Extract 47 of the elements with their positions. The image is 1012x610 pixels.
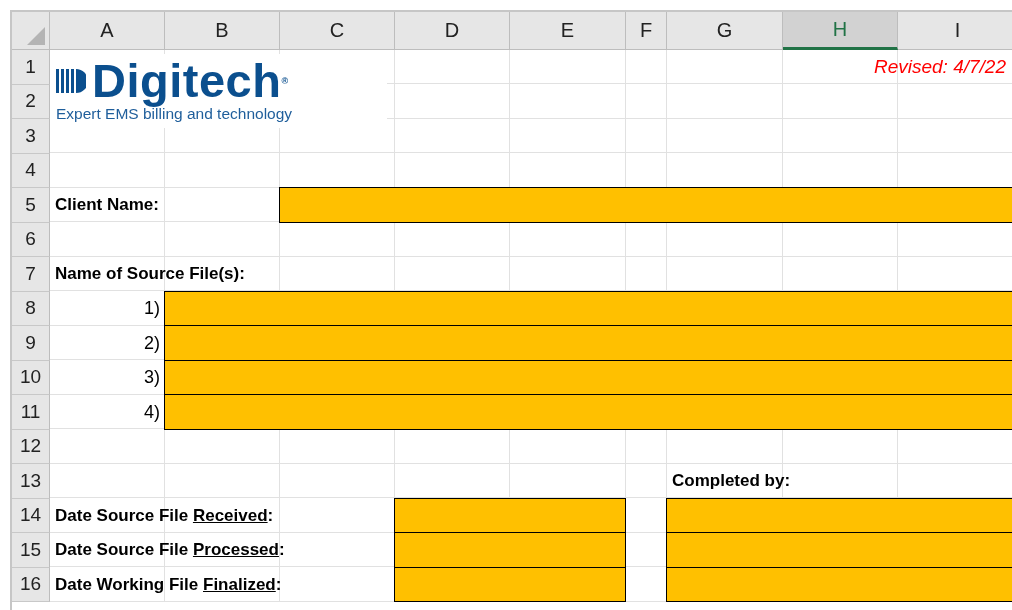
completed-by-label: Completed by: [671, 470, 792, 493]
input-field[interactable] [164, 290, 1012, 326]
column-header[interactable]: D [395, 12, 510, 50]
date-label: Date Working File Finalized: [54, 573, 283, 596]
row-header[interactable]: 6 [12, 222, 50, 257]
input-field[interactable] [394, 497, 626, 533]
input-field[interactable] [394, 566, 626, 602]
input-field[interactable] [666, 532, 1012, 568]
row-header[interactable]: 11 [12, 395, 50, 430]
row-header[interactable]: 5 [12, 188, 50, 223]
input-field[interactable] [666, 497, 1012, 533]
column-header[interactable]: G [667, 12, 783, 50]
column-header[interactable]: A [50, 12, 165, 50]
row-header[interactable]: 8 [12, 291, 50, 326]
row-header[interactable]: 2 [12, 84, 50, 119]
date-label: Date Source File Processed: [54, 539, 286, 562]
row-header[interactable]: 13 [12, 464, 50, 499]
row-header[interactable]: 12 [12, 429, 50, 464]
item-number: 2) [143, 331, 161, 355]
column-header[interactable]: C [280, 12, 395, 50]
item-number: 3) [143, 366, 161, 390]
row-header[interactable]: 15 [12, 533, 50, 568]
row-header[interactable]: 14 [12, 498, 50, 533]
row-header[interactable]: 3 [12, 119, 50, 154]
input-field[interactable] [394, 532, 626, 568]
column-header[interactable]: B [165, 12, 280, 50]
row-header[interactable]: 9 [12, 326, 50, 361]
row-header[interactable]: 10 [12, 360, 50, 395]
client-name-label: Client Name: [54, 194, 160, 217]
input-field[interactable] [666, 566, 1012, 602]
row-header[interactable]: 7 [12, 257, 50, 292]
item-number: 1) [143, 297, 161, 321]
row-header[interactable]: 1 [12, 50, 50, 85]
column-header[interactable]: I [898, 12, 1012, 50]
date-label: Date Source File Received: [54, 504, 275, 527]
input-field[interactable] [164, 325, 1012, 361]
source-files-label: Name of Source File(s): [54, 263, 246, 286]
input-field[interactable] [164, 359, 1012, 395]
row-header[interactable]: 16 [12, 567, 50, 602]
column-header[interactable]: E [510, 12, 626, 50]
column-header[interactable]: F [626, 12, 667, 50]
input-field[interactable] [279, 187, 1012, 223]
row-header[interactable]: 4 [12, 153, 50, 188]
item-number: 4) [143, 400, 161, 424]
input-field[interactable] [164, 394, 1012, 430]
revised-date: Revised: 4/7/22 [872, 55, 1007, 80]
column-header[interactable]: H [783, 12, 898, 50]
